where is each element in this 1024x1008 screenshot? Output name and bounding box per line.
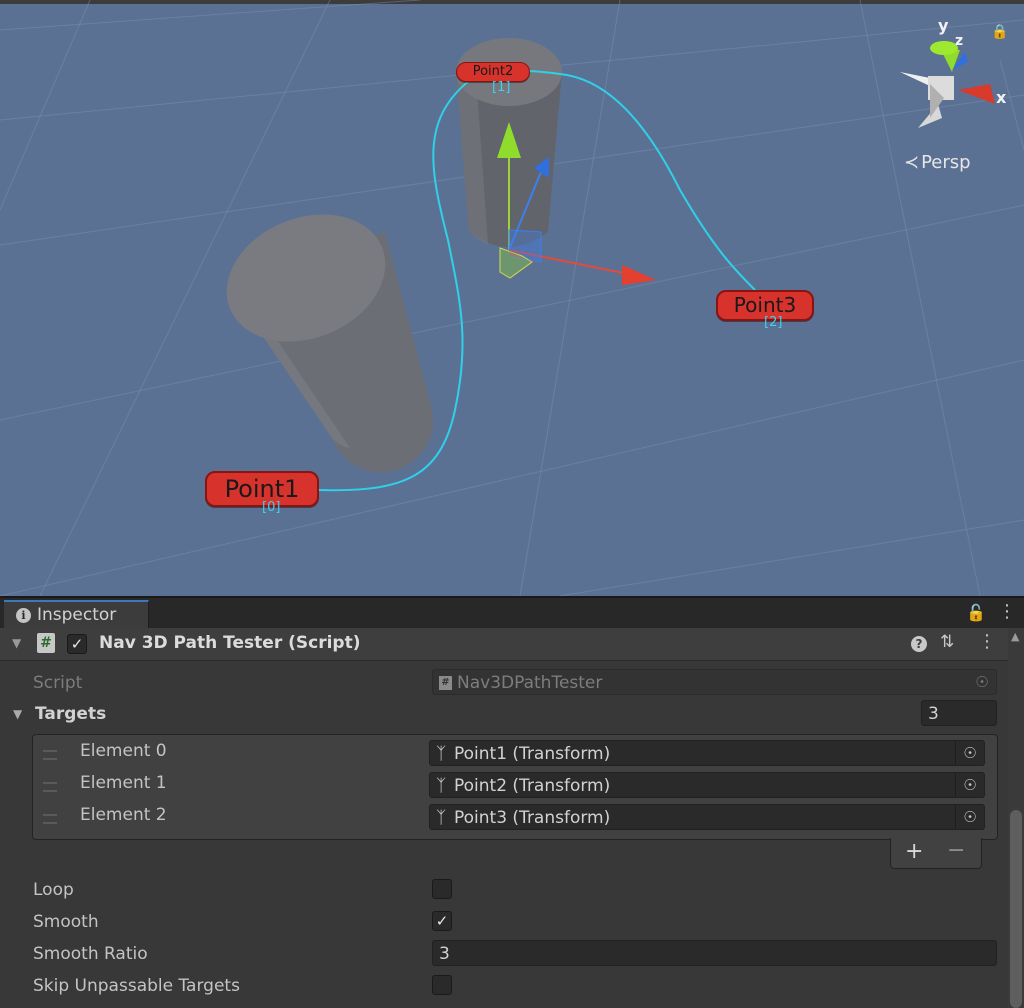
presets-icon[interactable]: ⇅ <box>940 632 954 652</box>
list-item[interactable]: Element 1 ᛉ Point2 (Transform) ☉ <box>33 769 997 801</box>
inspector-panel: i Inspector 🔓 ⋮ ▼ # ✓ Nav 3D Path Tester … <box>0 596 1024 1008</box>
skip-unpassable-checkbox[interactable] <box>432 975 452 995</box>
script-field: # Nav3DPathTester ☉ <box>432 669 997 695</box>
help-icon[interactable]: ? <box>911 636 927 652</box>
targets-size-input[interactable]: 3 <box>921 700 997 726</box>
tab-inspector-label: Inspector <box>37 605 117 625</box>
scroll-up-icon[interactable]: ▲ <box>1011 630 1019 643</box>
targets-foldout-icon[interactable]: ▼ <box>13 707 22 721</box>
point2-index: [1] <box>492 80 511 95</box>
tab-inspector[interactable]: i Inspector <box>4 600 149 630</box>
gizmo-y-label: y <box>938 16 949 35</box>
perspective-icon: ≺ <box>904 152 920 173</box>
component-enabled-checkbox[interactable]: ✓ <box>67 634 87 654</box>
drag-handle-icon[interactable] <box>43 814 57 824</box>
drag-handle-icon[interactable] <box>43 750 57 760</box>
projection-toggle[interactable]: ≺ Persp <box>904 152 971 173</box>
element-value: Point2 (Transform) <box>454 776 611 796</box>
script-field-value: Nav3DPathTester <box>457 673 603 693</box>
projection-label: Persp <box>921 152 971 173</box>
skip-unpassable-label: Skip Unpassable Targets <box>33 976 240 996</box>
cylinder-left[interactable] <box>207 192 434 473</box>
list-footer: + − <box>890 838 982 869</box>
x-axis-handle[interactable] <box>622 265 656 285</box>
smooth-checkbox[interactable]: ✓ <box>432 911 452 931</box>
add-element-button[interactable]: + <box>905 839 923 864</box>
targets-label[interactable]: Targets <box>35 704 106 724</box>
transform-icon: ᛉ <box>436 776 447 796</box>
element-object-field[interactable]: ᛉ Point3 (Transform) ☉ <box>429 804 985 830</box>
lock-icon[interactable]: 🔒 <box>991 24 1008 40</box>
point1-label-text: Point1 <box>224 475 300 503</box>
element-label: Element 1 <box>80 773 167 793</box>
gizmo-x-label: x <box>996 88 1007 107</box>
object-picker-icon[interactable]: ☉ <box>955 805 984 829</box>
point2-label[interactable]: Point2 <box>456 62 530 82</box>
element-object-field[interactable]: ᛉ Point1 (Transform) ☉ <box>429 740 985 766</box>
scene-canvas[interactable] <box>0 0 1024 596</box>
element-label: Element 2 <box>80 805 167 825</box>
object-picker-icon[interactable]: ☉ <box>955 773 984 797</box>
scrollbar-thumb[interactable] <box>1010 810 1022 1008</box>
point3-label-text: Point3 <box>733 293 797 317</box>
point2-label-text: Point2 <box>472 64 514 79</box>
inspector-tab-bar: i Inspector 🔓 ⋮ <box>0 596 1024 630</box>
gizmo-z-label: z <box>955 33 964 49</box>
inspector-scrollbar[interactable]: ▲ <box>1008 628 1024 1008</box>
loop-label: Loop <box>33 880 74 900</box>
targets-list: Element 0 ᛉ Point1 (Transform) ☉ Element … <box>32 734 998 840</box>
orientation-gizmo[interactable] <box>900 41 995 128</box>
lock-icon[interactable]: 🔓 <box>966 603 986 622</box>
script-file-icon: # <box>439 676 452 690</box>
element-value: Point3 (Transform) <box>454 808 611 828</box>
component-menu-icon[interactable]: ⋮ <box>978 631 996 652</box>
object-picker-icon: ☉ <box>975 673 989 691</box>
component-title: Nav 3D Path Tester (Script) <box>99 633 361 653</box>
element-object-field[interactable]: ᛉ Point2 (Transform) ☉ <box>429 772 985 798</box>
smooth-ratio-input[interactable]: 3 <box>432 940 997 966</box>
foldout-arrow-icon[interactable]: ▼ <box>12 636 21 650</box>
drag-handle-icon[interactable] <box>43 782 57 792</box>
point1-index: [0] <box>262 500 281 515</box>
script-label: Script <box>33 673 83 693</box>
script-icon: # <box>37 633 55 653</box>
point3-index: [2] <box>764 315 783 330</box>
list-item[interactable]: Element 0 ᛉ Point1 (Transform) ☉ <box>33 737 997 769</box>
object-picker-icon[interactable]: ☉ <box>955 741 984 765</box>
remove-element-button[interactable]: − <box>947 838 965 863</box>
transform-icon: ᛉ <box>436 808 447 828</box>
smooth-label: Smooth <box>33 912 99 932</box>
element-label: Element 0 <box>80 741 167 761</box>
info-icon: i <box>16 607 31 623</box>
scene-view[interactable]: Point1 [0] Point2 [1] Point3 [2] y z x 🔒… <box>0 0 1024 596</box>
element-value: Point1 (Transform) <box>454 744 611 764</box>
loop-checkbox[interactable] <box>432 879 452 899</box>
smooth-ratio-label: Smooth Ratio <box>33 944 148 964</box>
more-options-icon[interactable]: ⋮ <box>998 601 1016 622</box>
transform-icon: ᛉ <box>436 744 447 764</box>
list-item[interactable]: Element 2 ᛉ Point3 (Transform) ☉ <box>33 801 997 833</box>
component-header[interactable]: ▼ # ✓ Nav 3D Path Tester (Script) ? ⇅ ⋮ <box>0 628 1008 661</box>
